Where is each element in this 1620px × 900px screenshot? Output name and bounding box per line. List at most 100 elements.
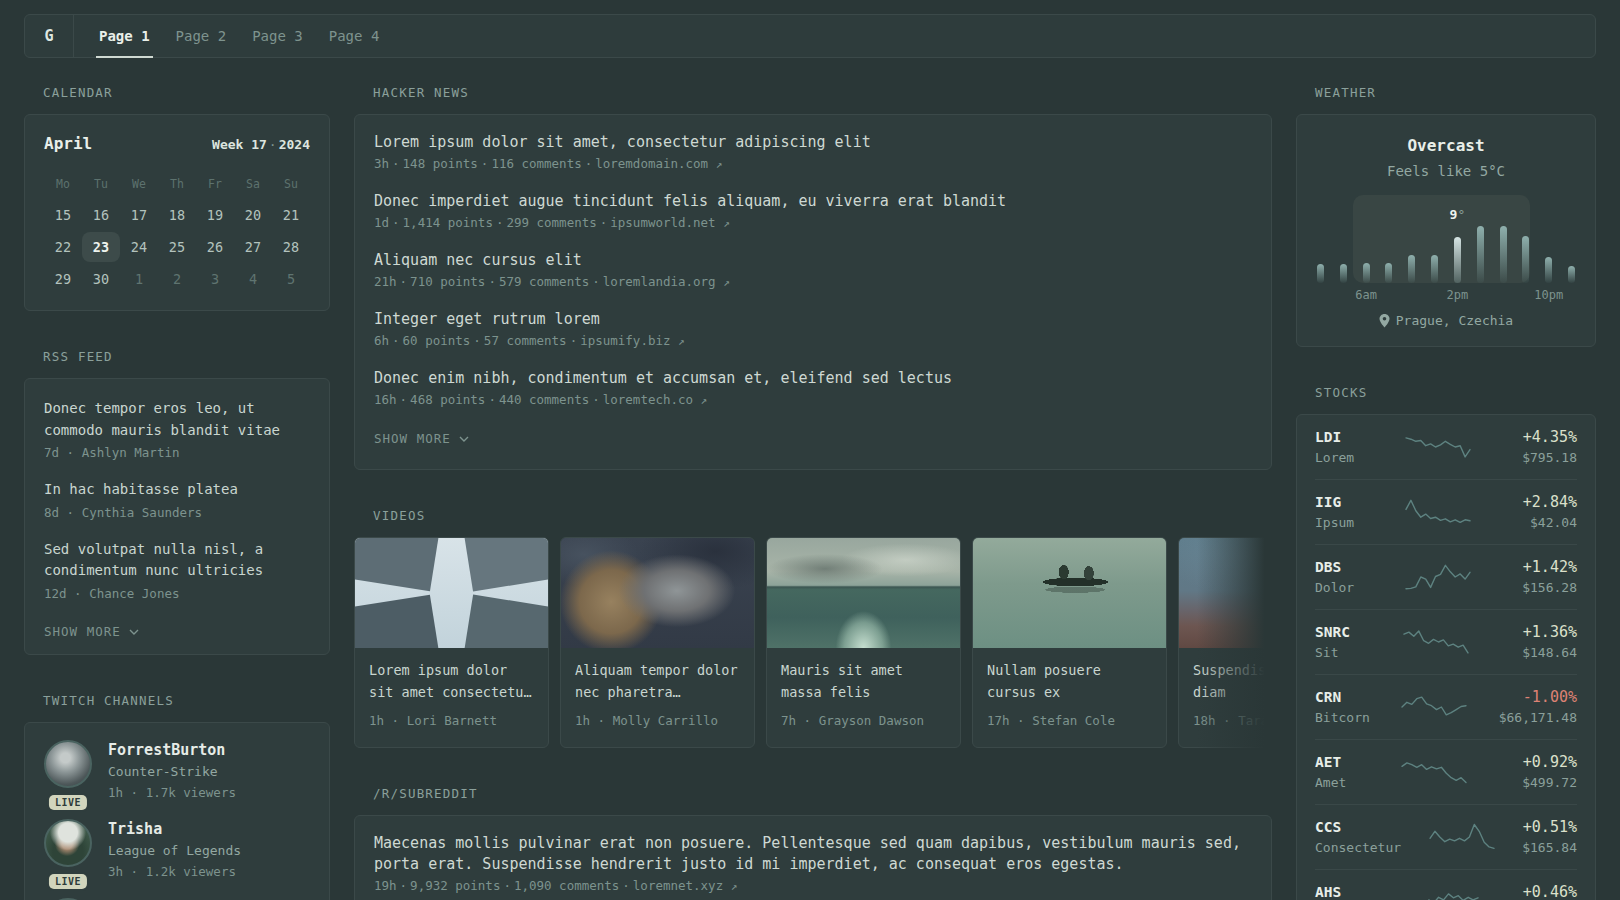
logo[interactable]: G bbox=[25, 15, 74, 57]
stock-change: +1.42% bbox=[1522, 557, 1577, 578]
calendar-day: 30 bbox=[82, 263, 120, 295]
calendar-year: 2024 bbox=[279, 137, 310, 152]
video-title[interactable]: Suspendisse sodales diam bbox=[1193, 660, 1272, 703]
stock-name: Consectetur bbox=[1315, 838, 1401, 858]
stock-name: Lorem bbox=[1315, 448, 1354, 468]
rss-item-meta: 12d · Chance Jones bbox=[44, 584, 310, 604]
channel-name[interactable]: ForrestBurton bbox=[108, 740, 236, 761]
video-title[interactable]: Aliquam tempor dolor nec pharetra… bbox=[575, 660, 740, 703]
video-thumbnail bbox=[767, 538, 960, 648]
stock-row[interactable]: LDILorem +4.35%$795.18 bbox=[1315, 415, 1577, 480]
hn-item-domain[interactable]: ipsumify.biz bbox=[580, 333, 670, 348]
stock-symbol: IIG bbox=[1315, 492, 1354, 513]
weather-condition: Overcast bbox=[1316, 135, 1576, 157]
avatar bbox=[44, 819, 92, 867]
stock-name: Amet bbox=[1315, 773, 1346, 793]
weather-bar bbox=[1477, 226, 1484, 283]
video-card[interactable]: Lorem ipsum dolor sit amet consectetu… 1… bbox=[354, 537, 549, 748]
rss-item-title[interactable]: Donec tempor eros leo, ut commodo mauris… bbox=[44, 400, 280, 438]
hn-item-title[interactable]: Integer eget rutrum lorem bbox=[374, 309, 1252, 330]
rss-show-more-button[interactable]: SHOW MORE bbox=[44, 622, 310, 642]
right-column: WEATHER Overcast Feels like 5°C 9° 6am2p… bbox=[1296, 85, 1596, 900]
stock-row[interactable]: CRNBitcorn -1.00%$66,171.48 bbox=[1315, 675, 1577, 740]
hn-item-title[interactable]: Donec imperdiet augue tincidunt felis al… bbox=[374, 191, 1252, 212]
external-link-icon: ↗ bbox=[716, 158, 723, 171]
stock-symbol: CCS bbox=[1315, 817, 1401, 838]
calendar-grid: Mo Tu We Th Fr Sa Su 15 16 17 18 19 20 2… bbox=[44, 177, 310, 295]
video-title[interactable]: Lorem ipsum dolor sit amet consectetu… bbox=[369, 660, 534, 703]
hn-item-title[interactable]: Donec enim nibh, condimentum et accumsan… bbox=[374, 368, 1252, 389]
calendar-day: 1 bbox=[120, 263, 158, 295]
twitch-channel[interactable]: LIVE ForrestBurton Counter-Strike 1h · 1… bbox=[44, 740, 310, 803]
weather-feels-like: Feels like 5°C bbox=[1316, 161, 1576, 181]
video-card[interactable]: Nullam posuere cursus ex 17h · Stefan Co… bbox=[972, 537, 1167, 748]
weather-widget-title: WEATHER bbox=[1315, 85, 1596, 100]
stock-change: +0.92% bbox=[1522, 752, 1577, 773]
hn-item-domain[interactable]: loremdomain.com bbox=[595, 156, 708, 171]
stock-row[interactable]: DBSDolor +1.42%$156.28 bbox=[1315, 545, 1577, 610]
video-card[interactable]: Suspendisse sodales diam 18h · Tara bbox=[1178, 537, 1272, 748]
hackernews-card: Lorem ipsum dolor sit amet, consectetur … bbox=[354, 114, 1272, 470]
avatar-wrap: LIVE bbox=[44, 819, 92, 882]
stock-name: Ipsum bbox=[1315, 513, 1354, 533]
calendar-day: 26 bbox=[196, 231, 234, 263]
separator: · bbox=[267, 137, 279, 152]
weekday-label: Th bbox=[158, 177, 196, 191]
hn-item: Donec enim nibh, condimentum et accumsan… bbox=[374, 368, 1252, 411]
stock-row[interactable]: IIGIpsum +2.84%$42.04 bbox=[1315, 480, 1577, 545]
hn-show-more-button[interactable]: SHOW MORE bbox=[374, 429, 1252, 449]
tab-page-2[interactable]: Page 2 bbox=[163, 15, 240, 57]
stock-name: Sit bbox=[1315, 643, 1350, 663]
videos-widget: VIDEOS Lorem ipsum dolor sit amet consec… bbox=[354, 508, 1272, 748]
video-title[interactable]: Mauris sit amet massa felis bbox=[781, 660, 946, 703]
channel-category[interactable]: League of Legends bbox=[108, 840, 241, 862]
rss-item-title[interactable]: Sed volutpat nulla nisl, a condimentum n… bbox=[44, 541, 263, 579]
video-meta: 7h · Grayson Dawson bbox=[781, 711, 946, 731]
external-link-icon: ↗ bbox=[723, 217, 730, 230]
page: G Page 1 Page 2 Page 3 Page 4 CALENDAR A… bbox=[0, 0, 1620, 900]
tab-page-4[interactable]: Page 4 bbox=[316, 15, 393, 57]
stock-row[interactable]: AETAmet +0.92%$499.72 bbox=[1315, 740, 1577, 805]
calendar-day: 29 bbox=[44, 263, 82, 295]
stock-price: $795.18 bbox=[1522, 448, 1577, 468]
stock-row[interactable]: AHSAliquam +0.46%$88.10 bbox=[1315, 870, 1577, 900]
video-thumbnail bbox=[561, 538, 754, 648]
twitch-channel[interactable]: LIVE Trisha League of Legends 3h · 1.2k … bbox=[44, 819, 310, 882]
rss-item: Donec tempor eros leo, ut commodo mauris… bbox=[44, 398, 310, 463]
weather-location: Prague, Czechia bbox=[1316, 313, 1576, 328]
weather-bar bbox=[1340, 264, 1347, 283]
rss-item-title[interactable]: In hac habitasse platea bbox=[44, 481, 238, 497]
stock-symbol: AET bbox=[1315, 752, 1346, 773]
hn-item-meta: 3h·148 points·116 comments·loremdomain.c… bbox=[374, 154, 1252, 175]
stock-change: +0.46% bbox=[1523, 882, 1577, 900]
hn-item-domain[interactable]: loremtech.co bbox=[603, 392, 693, 407]
channel-category[interactable]: Counter-Strike bbox=[108, 761, 236, 783]
calendar-widget: CALENDAR April Week 17·2024 Mo Tu We Th … bbox=[24, 85, 330, 311]
reddit-post-domain[interactable]: loremnet.xyz bbox=[633, 878, 723, 893]
video-card[interactable]: Aliquam tempor dolor nec pharetra… 1h · … bbox=[560, 537, 755, 748]
reddit-widget-title: /R/SUBREDDIT bbox=[373, 786, 1272, 801]
stock-row[interactable]: SNRCSit +1.36%$148.64 bbox=[1315, 610, 1577, 675]
channel-name[interactable]: Trisha bbox=[108, 819, 241, 840]
stock-price: $42.04 bbox=[1523, 513, 1577, 533]
hn-item-meta: 6h·60 points·57 comments·ipsumify.biz ↗ bbox=[374, 331, 1252, 352]
hn-item-title[interactable]: Lorem ipsum dolor sit amet, consectetur … bbox=[374, 132, 1252, 153]
hackernews-widget: HACKER NEWS Lorem ipsum dolor sit amet, … bbox=[354, 85, 1272, 470]
external-link-icon: ↗ bbox=[723, 276, 730, 289]
avatar-wrap: LIVE bbox=[44, 740, 92, 803]
reddit-post: Maecenas mollis pulvinar erat non posuer… bbox=[374, 833, 1252, 897]
twitch-widget: TWITCH CHANNELS LIVE ForrestBurton Count… bbox=[24, 693, 330, 900]
tab-page-3[interactable]: Page 3 bbox=[239, 15, 316, 57]
weather-widget: WEATHER Overcast Feels like 5°C 9° 6am2p… bbox=[1296, 85, 1596, 347]
hn-item-title[interactable]: Aliquam nec cursus elit bbox=[374, 250, 1252, 271]
reddit-post-title[interactable]: Maecenas mollis pulvinar erat non posuer… bbox=[374, 833, 1252, 875]
video-title[interactable]: Nullam posuere cursus ex bbox=[987, 660, 1152, 703]
calendar-card: April Week 17·2024 Mo Tu We Th Fr Sa Su … bbox=[24, 114, 330, 311]
video-card[interactable]: Mauris sit amet massa felis 7h · Grayson… bbox=[766, 537, 961, 748]
hn-item-domain[interactable]: loremlandia.org bbox=[603, 274, 716, 289]
stock-sparkline bbox=[1428, 822, 1496, 852]
tab-page-1[interactable]: Page 1 bbox=[86, 15, 163, 57]
hn-item-domain[interactable]: ipsumworld.net bbox=[610, 215, 715, 230]
calendar-day-selected: 23 bbox=[82, 231, 120, 263]
stock-row[interactable]: CCSConsectetur +0.51%$165.84 bbox=[1315, 805, 1577, 870]
